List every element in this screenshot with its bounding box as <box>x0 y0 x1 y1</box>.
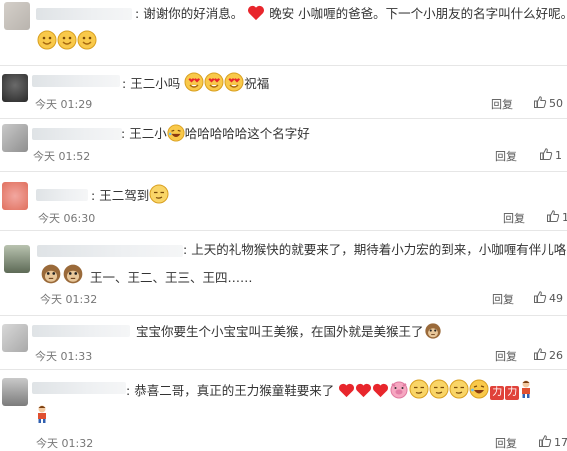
comment-row: : 上天的礼物猴快的就要来了，期待着小力宏的到来，小咖喱有伴儿咯 王一、王二、王… <box>0 231 567 315</box>
like-count: 50 <box>549 97 563 110</box>
reply-button[interactable]: 回复 <box>495 148 517 164</box>
like-count: 1 <box>562 211 567 224</box>
comment-row: : 恭喜二哥，真正的王力猴童鞋要来了 力力 今天 01:32 回复 17 <box>0 370 567 451</box>
username[interactable] <box>32 75 120 87</box>
avatar[interactable] <box>2 324 28 352</box>
emoji-group <box>40 263 84 286</box>
comment-text-continued: 王一、王二、王三、王四…… <box>90 270 253 285</box>
like-button[interactable]: 1 <box>539 147 562 162</box>
like-button[interactable]: 1 <box>546 209 567 224</box>
laughing-emoji-icon <box>469 379 489 399</box>
like-button[interactable]: 26 <box>533 347 563 362</box>
timestamp: 今天 06:30 <box>38 212 96 225</box>
smile-emoji-icon <box>77 30 97 50</box>
heart-eyes-emoji-icon <box>184 72 204 92</box>
timestamp: 今天 01:32 <box>36 437 94 450</box>
like-button[interactable]: 49 <box>533 290 563 305</box>
comment-row: : 王二小吗 祝福 今天 01:29 回复 50 <box>0 66 567 118</box>
avatar[interactable] <box>2 74 28 102</box>
comment-text: 宝宝你要生个小宝宝叫王美猴，在国外就是美猴王了 <box>136 322 442 341</box>
comment-text: : 上天的礼物猴快的就要来了，期待着小力宏的到来，小咖喱有伴儿咯 <box>183 242 567 257</box>
thumbs-up-icon <box>533 347 547 361</box>
comment-row: : 谢谢你的好消息。 晚安 小咖喱的爸爸。下一个小朋友的名字叫什么好呢。 <box>0 0 567 65</box>
username[interactable] <box>36 189 88 201</box>
comment-text: : 谢谢你的好消息。 晚安 小咖喱的爸爸。下一个小朋友的名字叫什么好呢。 <box>135 5 567 21</box>
sly-emoji-icon <box>149 184 169 204</box>
heart-icon <box>247 5 265 21</box>
sly-emoji-icon <box>429 379 449 399</box>
comment-row: : 王二小 哈哈哈哈哈这个名字好 今天 01:52 回复 1 <box>0 119 567 171</box>
monkey-emoji-icon <box>424 322 442 340</box>
like-count: 17 <box>554 436 567 449</box>
heart-icon <box>338 383 355 398</box>
username[interactable] <box>32 325 130 337</box>
kid-emoji-icon <box>519 379 533 399</box>
comment-text: : 王二小吗 祝福 <box>122 72 269 93</box>
comment-text: : 王二小 哈哈哈哈哈这个名字好 <box>121 124 310 142</box>
emoji-group <box>35 404 49 425</box>
thumbs-up-icon <box>538 434 552 448</box>
like-button[interactable]: 50 <box>533 95 563 110</box>
timestamp: 今天 01:52 <box>33 150 91 163</box>
avatar[interactable] <box>2 182 28 210</box>
avatar[interactable] <box>2 378 28 406</box>
strength-badge-icon: 力 <box>490 386 505 400</box>
comment-text: : 王二驾到 <box>91 184 169 205</box>
thumbs-up-icon <box>533 95 547 109</box>
like-count: 1 <box>555 149 562 162</box>
monkey-emoji-icon <box>40 263 62 285</box>
thumbs-up-icon <box>533 290 547 304</box>
kid-emoji-icon <box>35 404 49 424</box>
username[interactable] <box>32 128 122 140</box>
reply-button[interactable]: 回复 <box>503 210 525 226</box>
reply-button[interactable]: 回复 <box>495 348 517 364</box>
comment-text: : 恭喜二哥，真正的王力猴童鞋要来了 力力 <box>126 379 533 400</box>
heart-eyes-emoji-icon <box>204 72 224 92</box>
sly-emoji-icon <box>449 379 469 399</box>
laughing-emoji-icon <box>167 124 185 142</box>
reply-button[interactable]: 回复 <box>495 435 517 451</box>
pig-emoji-icon <box>389 379 409 399</box>
avatar[interactable] <box>4 245 30 273</box>
thumbs-up-icon <box>546 209 560 223</box>
comment-row: : 王二驾到 今天 06:30 回复 1 <box>0 172 567 230</box>
heart-icon <box>355 383 372 398</box>
thumbs-up-icon <box>539 147 553 161</box>
timestamp: 今天 01:29 <box>35 98 93 111</box>
smile-emoji-icon <box>37 30 57 50</box>
emoji-group <box>37 30 97 51</box>
username[interactable] <box>37 245 183 257</box>
comment-row: 宝宝你要生个小宝宝叫王美猴，在国外就是美猴王了 今天 01:33 回复 26 <box>0 316 567 369</box>
sly-emoji-icon <box>409 379 429 399</box>
reply-button[interactable]: 回复 <box>492 291 514 307</box>
heart-icon <box>372 383 389 398</box>
avatar[interactable] <box>2 124 28 152</box>
heart-eyes-emoji-icon <box>224 72 244 92</box>
avatar[interactable] <box>4 2 30 30</box>
like-count: 26 <box>549 349 563 362</box>
strength-badge-icon: 力 <box>505 386 520 400</box>
timestamp: 今天 01:33 <box>35 350 93 363</box>
like-count: 49 <box>549 292 563 305</box>
monkey-emoji-icon <box>62 263 84 285</box>
username[interactable] <box>32 382 126 394</box>
timestamp: 今天 01:32 <box>40 293 98 306</box>
like-button[interactable]: 17 <box>538 434 567 449</box>
smile-emoji-icon <box>57 30 77 50</box>
username[interactable] <box>36 8 132 20</box>
reply-button[interactable]: 回复 <box>491 96 513 112</box>
